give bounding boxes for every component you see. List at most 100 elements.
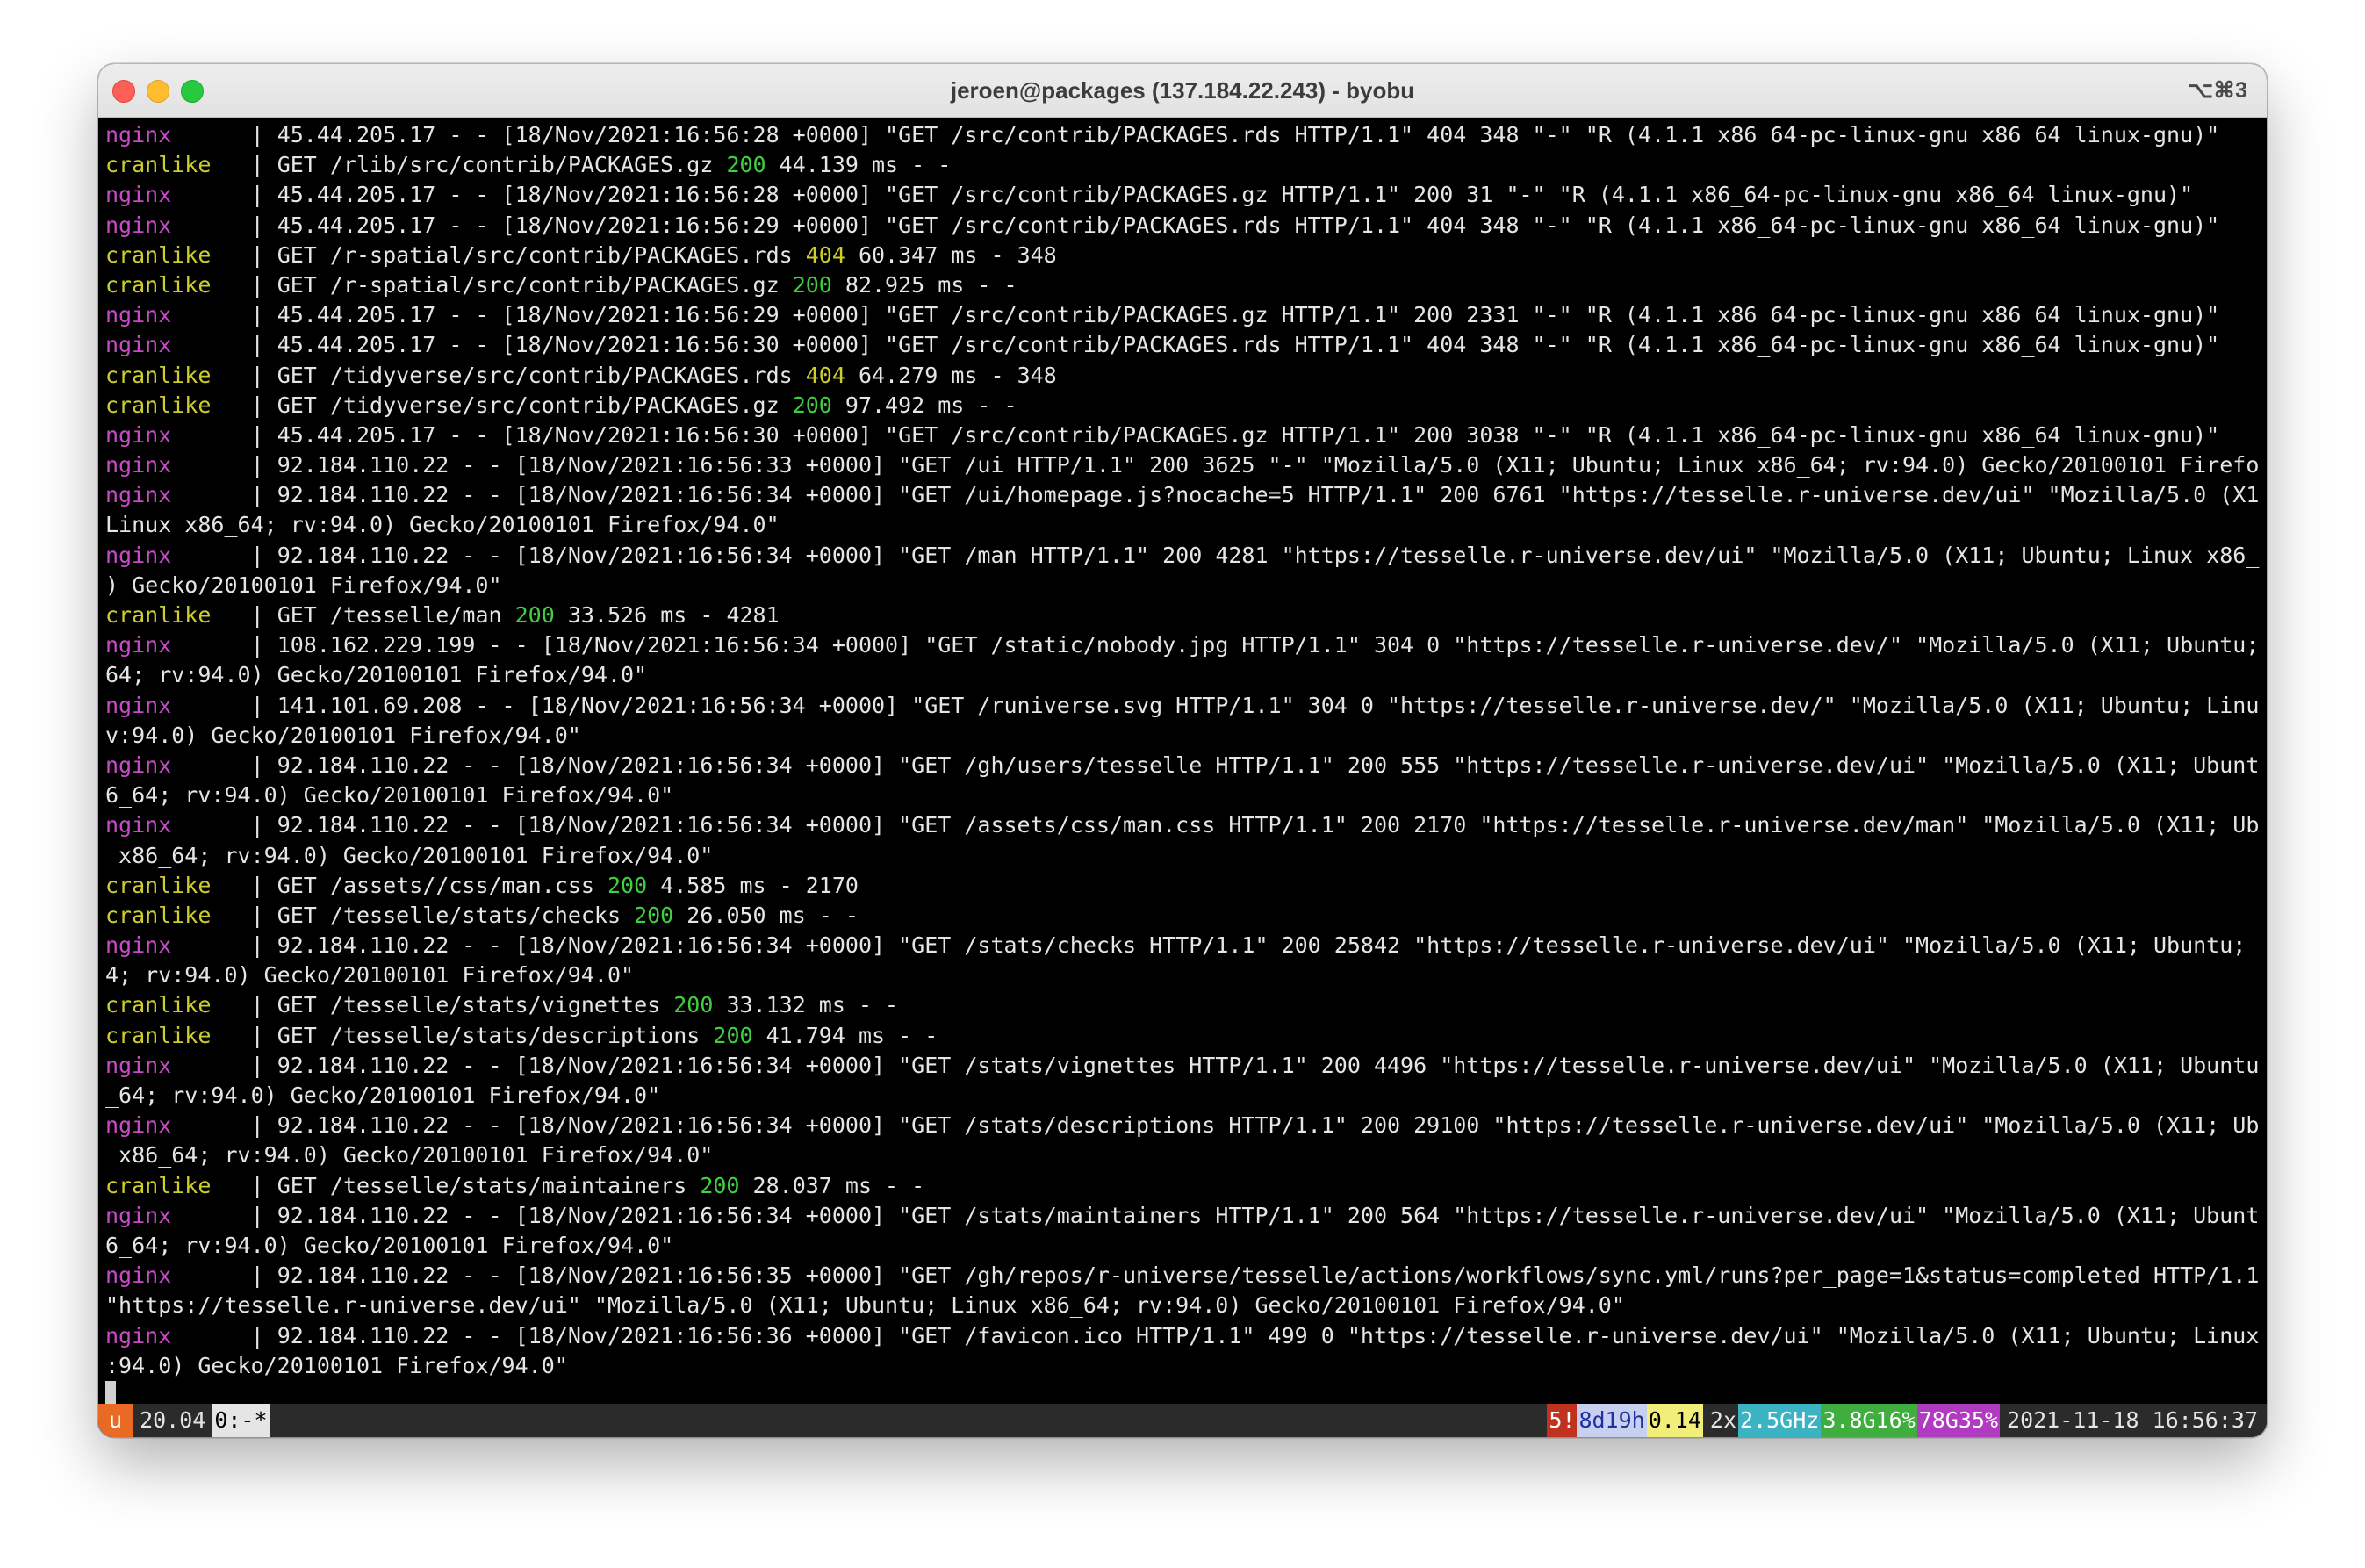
log-line: nginx | 92.184.110.22 - - [18/Nov/2021:1… <box>105 1051 2260 1081</box>
log-line: nginx | 92.184.110.22 - - [18/Nov/2021:1… <box>105 1111 2260 1140</box>
log-line: nginx | 92.184.110.22 - - [18/Nov/2021:1… <box>105 541 2260 571</box>
disk-badge: 78G35% <box>1916 1404 2001 1437</box>
separator: | <box>171 1112 277 1139</box>
log-line: cranlike | GET /tidyverse/src/contrib/PA… <box>105 361 2260 391</box>
log-text: 92.184.110.22 - - [18/Nov/2021:16:56:36 … <box>277 1322 2260 1349</box>
log-text: x86_64; rv:94.0) Gecko/20100101 Firefox/… <box>105 1142 714 1169</box>
log-line: cranlike | GET /rlib/src/contrib/PACKAGE… <box>105 150 2260 180</box>
service-name: nginx <box>105 1112 172 1139</box>
datetime: 2021-11-18 16:56:37 <box>2007 1407 2258 1433</box>
uptime-badge: 8d19h <box>1577 1404 1647 1437</box>
terminal-window[interactable]: jeroen@packages (137.184.22.243) - byobu… <box>98 64 2267 1437</box>
request-text: GET /tesselle/stats/checks <box>277 902 635 928</box>
log-text: 45.44.205.17 - - [18/Nov/2021:16:56:29 +… <box>277 212 2220 238</box>
timing-text: 64.279 ms - 348 <box>845 362 1057 388</box>
log-line: cranlike | GET /tesselle/stats/descripti… <box>105 1021 2260 1051</box>
log-text: 45.44.205.17 - - [18/Nov/2021:16:56:28 +… <box>277 122 2220 147</box>
service-name: nginx <box>105 542 172 568</box>
service-name: nginx <box>105 1262 172 1289</box>
log-line: nginx | 92.184.110.22 - - [18/Nov/2021:1… <box>105 931 2260 960</box>
status-code: 200 <box>726 152 766 178</box>
timing-text: 41.794 ms - - <box>752 1022 938 1048</box>
prompt-line[interactable] <box>105 1380 2260 1404</box>
log-line: v:94.0) Gecko/20100101 Firefox/94.0" <box>105 721 2260 751</box>
log-text: 45.44.205.17 - - [18/Nov/2021:16:56:30 +… <box>277 421 2220 448</box>
window-title: jeroen@packages (137.184.22.243) - byobu <box>950 77 1415 104</box>
service-name: nginx <box>105 302 172 328</box>
status-code: 200 <box>713 1022 753 1048</box>
timing-text: 82.925 ms - - <box>831 271 1017 298</box>
service-name: nginx <box>105 932 172 959</box>
separator: | <box>211 992 277 1018</box>
status-code: 200 <box>673 992 714 1018</box>
log-text: ) Gecko/20100101 Firefox/94.0" <box>105 572 502 598</box>
request-text: GET /tesselle/stats/vignettes <box>277 992 674 1018</box>
log-line: 64; rv:94.0) Gecko/20100101 Firefox/94.0… <box>105 660 2260 690</box>
log-text: 92.184.110.22 - - [18/Nov/2021:16:56:34 … <box>277 812 2260 838</box>
log-line: nginx | 45.44.205.17 - - [18/Nov/2021:16… <box>105 180 2260 210</box>
timing-text: 33.526 ms - 4281 <box>554 602 780 628</box>
log-line: nginx | 92.184.110.22 - - [18/Nov/2021:1… <box>105 751 2260 780</box>
separator: | <box>171 692 277 718</box>
service-name: cranlike <box>105 241 212 268</box>
log-text: 4; rv:94.0) Gecko/20100101 Firefox/94.0" <box>105 962 635 989</box>
separator: | <box>211 271 277 298</box>
log-line: nginx | 92.184.110.22 - - [18/Nov/2021:1… <box>105 810 2260 840</box>
separator: | <box>171 1202 277 1228</box>
request-text: GET /tesselle/stats/descriptions <box>277 1022 714 1048</box>
log-line: nginx | 92.184.110.22 - - [18/Nov/2021:1… <box>105 450 2260 480</box>
separator: | <box>211 152 277 178</box>
log-line: "https://tesselle.r-universe.dev/ui" "Mo… <box>105 1291 2260 1320</box>
status-code: 200 <box>700 1172 740 1198</box>
log-line: ) Gecko/20100101 Firefox/94.0" <box>105 571 2260 601</box>
log-line: _64; rv:94.0) Gecko/20100101 Firefox/94.… <box>105 1081 2260 1111</box>
service-name: cranlike <box>105 362 212 388</box>
log-line: nginx | 45.44.205.17 - - [18/Nov/2021:16… <box>105 421 2260 450</box>
text-cursor <box>105 1380 116 1404</box>
separator: | <box>171 752 277 778</box>
log-line: x86_64; rv:94.0) Gecko/20100101 Firefox/… <box>105 841 2260 871</box>
separator: | <box>211 392 277 418</box>
log-line: cranlike | GET /tesselle/man 200 33.526 … <box>105 601 2260 630</box>
service-name: nginx <box>105 332 172 358</box>
log-text: 6_64; rv:94.0) Gecko/20100101 Firefox/94… <box>105 1232 674 1258</box>
status-code: 404 <box>805 362 845 388</box>
log-text: 92.184.110.22 - - [18/Nov/2021:16:56:34 … <box>277 542 2260 568</box>
separator: | <box>211 362 277 388</box>
separator: | <box>211 1022 277 1048</box>
status-right: 5! 8d19h 0.14 2x 2.5GHz 3.8G16% 78G35% 2021-11-… <box>1547 1404 2260 1437</box>
service-name: nginx <box>105 692 172 718</box>
separator: | <box>211 1172 277 1198</box>
request-text: GET /tidyverse/src/contrib/PACKAGES.rds <box>277 362 806 388</box>
log-text: Linux x86_64; rv:94.0) Gecko/20100101 Fi… <box>105 512 780 538</box>
separator: | <box>211 602 277 628</box>
separator: | <box>171 1322 277 1349</box>
status-code: 200 <box>792 392 832 418</box>
log-line: 4; rv:94.0) Gecko/20100101 Firefox/94.0" <box>105 960 2260 990</box>
timing-text: 26.050 ms - - <box>673 902 859 928</box>
service-name: nginx <box>105 482 172 508</box>
byobu-status-bar: u 20.04 0:-* 5! 8d19h 0.14 2x 2.5GHz 3.8G16% 78G… <box>98 1404 2267 1437</box>
window-shortcut: ⌥⌘3 <box>2188 78 2247 103</box>
log-line: cranlike | GET /tesselle/stats/checks 20… <box>105 901 2260 931</box>
status-code: 200 <box>792 271 832 298</box>
log-line: 6_64; rv:94.0) Gecko/20100101 Firefox/94… <box>105 780 2260 810</box>
request-text: GET /assets//css/man.css <box>277 872 607 898</box>
request-text: GET /r-spatial/src/contrib/PACKAGES.rds <box>277 241 806 268</box>
service-name: nginx <box>105 182 172 208</box>
log-text: 108.162.229.199 - - [18/Nov/2021:16:56:3… <box>277 632 2260 658</box>
updates-badge: 5! <box>1547 1404 1578 1437</box>
log-line: cranlike | GET /tidyverse/src/contrib/PA… <box>105 391 2260 421</box>
terminal-output[interactable]: nginx | 45.44.205.17 - - [18/Nov/2021:16… <box>98 118 2267 1404</box>
log-text: x86_64; rv:94.0) Gecko/20100101 Firefox/… <box>105 842 714 868</box>
log-text: 92.184.110.22 - - [18/Nov/2021:16:56:34 … <box>277 1202 2260 1228</box>
separator: | <box>171 932 277 959</box>
window-indicator[interactable]: 0:-* <box>212 1404 270 1437</box>
service-name: nginx <box>105 421 172 448</box>
log-text: 64; rv:94.0) Gecko/20100101 Firefox/94.0… <box>105 662 648 688</box>
log-line: nginx | 92.184.110.22 - - [18/Nov/2021:1… <box>105 1261 2260 1291</box>
log-text: 92.184.110.22 - - [18/Nov/2021:16:56:35 … <box>277 1262 2260 1289</box>
title-bar[interactable]: jeroen@packages (137.184.22.243) - byobu… <box>98 64 2267 118</box>
log-line: nginx | 92.184.110.22 - - [18/Nov/2021:1… <box>105 480 2260 510</box>
release-version: 20.04 <box>140 1407 206 1433</box>
